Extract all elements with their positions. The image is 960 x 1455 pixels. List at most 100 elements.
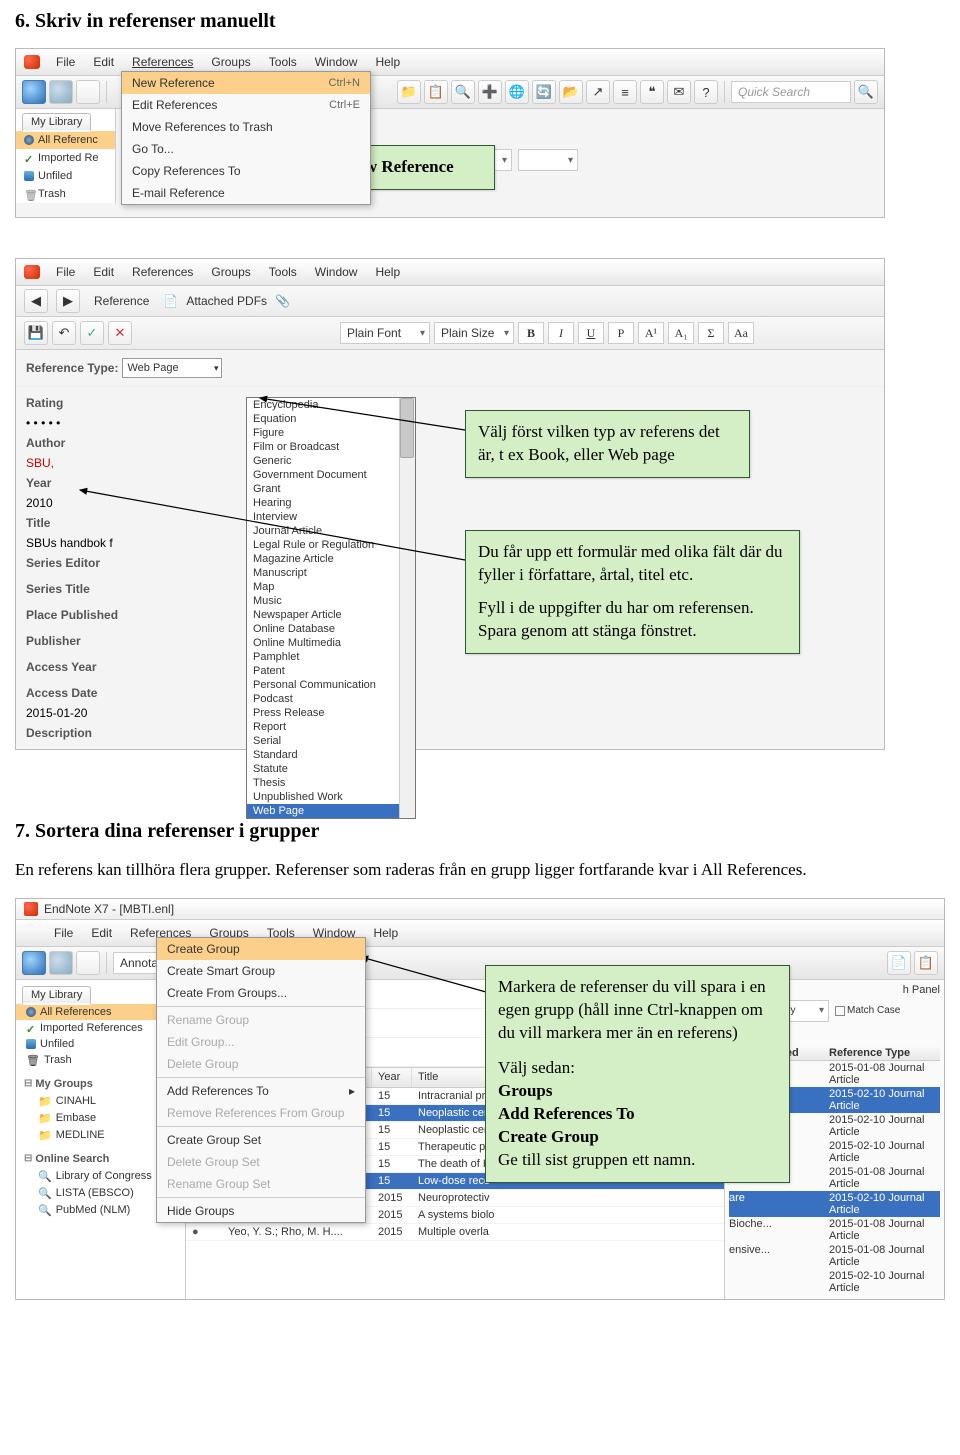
sup-button[interactable]: A¹ (638, 322, 664, 344)
type-option[interactable]: Podcast (247, 692, 415, 706)
underline-button[interactable]: U (578, 322, 604, 344)
type-option[interactable]: Statute (247, 762, 415, 776)
type-option[interactable]: Government Document (247, 468, 415, 482)
italic-button[interactable]: I (548, 322, 574, 344)
help-icon[interactable]: ? (694, 80, 718, 104)
local-icon[interactable] (76, 80, 100, 104)
tab-reference[interactable]: Reference (88, 294, 155, 308)
local-icon[interactable] (76, 951, 100, 975)
folder-icon[interactable]: 📁 (397, 80, 421, 104)
type-option[interactable]: Map (247, 580, 415, 594)
sub-button[interactable]: A₁ (668, 322, 694, 344)
type-option[interactable]: Newspaper Article (247, 608, 415, 622)
type-option[interactable]: Patent (247, 664, 415, 678)
online-icon[interactable] (49, 951, 73, 975)
tb-icon[interactable]: 📋 (914, 951, 938, 975)
export-icon[interactable]: ↗ (586, 80, 610, 104)
sidebar-tab[interactable]: My Library (22, 113, 91, 132)
menu-groups[interactable]: Groups (203, 53, 258, 71)
list-icon[interactable]: ≡ (613, 80, 637, 104)
table-row[interactable]: ●Yeo, Y. S.; Rho, M. H....2015Multiple o… (186, 1224, 724, 1241)
type-option[interactable]: Personal Communication (247, 678, 415, 692)
reftype-combo[interactable]: Web Page (122, 358, 222, 378)
menu-references[interactable]: References (124, 53, 201, 71)
menu-help[interactable]: Help (367, 263, 408, 281)
check-icon[interactable]: ✓ (80, 321, 104, 345)
clip-icon[interactable]: 📎 (275, 294, 290, 308)
size-combo[interactable]: Plain Size (434, 322, 514, 344)
type-option[interactable]: Magazine Article (247, 552, 415, 566)
reftype-dropdown-list[interactable]: EncyclopediaEquationFigureFilm or Broadc… (246, 397, 416, 819)
menu-item[interactable]: Hide Groups (157, 1200, 365, 1222)
search-icon[interactable]: 🔍 (451, 80, 475, 104)
field-value[interactable]: • • • • • (26, 413, 146, 433)
menu-references[interactable]: References (124, 263, 201, 281)
case-button[interactable]: Aa (728, 322, 754, 344)
menu-item[interactable]: Create Smart Group (157, 960, 365, 982)
type-option[interactable]: Figure (247, 426, 415, 440)
sigma-button[interactable]: Σ (698, 322, 724, 344)
type-option[interactable]: Pamphlet (247, 650, 415, 664)
tab-attached-pdfs[interactable]: Attached PDFs (186, 294, 267, 308)
menu-item[interactable]: Create Group (157, 938, 365, 960)
search-go-icon[interactable]: 🔍 (854, 80, 878, 104)
type-option[interactable]: Manuscript (247, 566, 415, 580)
cancel-icon[interactable]: ✕ (108, 321, 132, 345)
globe-icon[interactable] (22, 80, 46, 104)
sidebar-tab[interactable]: My Library (22, 986, 91, 1005)
side-trash[interactable]: 🗑Trash (16, 185, 115, 203)
menu-edit[interactable]: Edit (85, 263, 122, 281)
type-option[interactable]: Unpublished Work (247, 790, 415, 804)
menu-edit[interactable]: Edit (85, 53, 122, 71)
type-option[interactable]: Generic (247, 454, 415, 468)
mi-copy-to[interactable]: Copy References To (122, 160, 370, 182)
font-combo[interactable]: Plain Font (340, 322, 430, 344)
undo-icon[interactable]: ↶ (52, 321, 76, 345)
web-icon[interactable]: 🌐 (505, 80, 529, 104)
col-year[interactable]: Year (372, 1068, 412, 1087)
menu-file[interactable]: File (46, 924, 81, 942)
field-value[interactable]: 2010 (26, 493, 146, 513)
back-icon[interactable]: ◀ (24, 289, 48, 313)
sync-icon[interactable]: 🔄 (532, 80, 556, 104)
menu-item[interactable]: Create From Groups... (157, 982, 365, 1004)
type-option[interactable]: Film or Broadcast (247, 440, 415, 454)
scrollbar-track[interactable] (399, 398, 415, 818)
type-option[interactable]: Equation (247, 412, 415, 426)
menu-help[interactable]: Help (367, 53, 408, 71)
field-value[interactable]: SBU, (26, 453, 146, 473)
mi-new-reference[interactable]: New ReferenceCtrl+N (122, 72, 370, 94)
mi-move-trash[interactable]: Move References to Trash (122, 116, 370, 138)
mi-edit-references[interactable]: Edit ReferencesCtrl+E (122, 94, 370, 116)
type-option[interactable]: Legal Rule or Regulation (247, 538, 415, 552)
folder2-icon[interactable]: 📂 (559, 80, 583, 104)
type-option[interactable]: Journal Article (247, 524, 415, 538)
field-value[interactable]: SBUs handbok f (26, 533, 146, 553)
value-dropdown[interactable] (518, 149, 578, 171)
menu-item[interactable]: Add References To▸ (157, 1080, 365, 1102)
menu-item[interactable]: Create Group Set (157, 1129, 365, 1151)
mail-icon[interactable]: ✉ (667, 80, 691, 104)
menu-file[interactable]: File (48, 263, 83, 281)
card-icon[interactable]: 📋 (424, 80, 448, 104)
type-option[interactable]: Interview (247, 510, 415, 524)
menu-window[interactable]: Window (307, 53, 366, 71)
menu-tools[interactable]: Tools (261, 53, 305, 71)
checkbox-icon[interactable] (835, 1006, 845, 1016)
type-option[interactable]: Standard (247, 748, 415, 762)
tb-icon[interactable]: 📄 (887, 951, 911, 975)
save-icon[interactable]: 💾 (24, 321, 48, 345)
add-icon[interactable]: ➕ (478, 80, 502, 104)
type-option[interactable]: Online Database (247, 622, 415, 636)
bold-button[interactable]: B (518, 322, 544, 344)
menu-edit[interactable]: Edit (83, 924, 120, 942)
type-option[interactable]: Encyclopedia (247, 398, 415, 412)
type-option[interactable]: Report (247, 720, 415, 734)
mi-goto[interactable]: Go To... (122, 138, 370, 160)
type-option[interactable]: Web Page (247, 804, 415, 818)
type-option[interactable]: Grant (247, 482, 415, 496)
type-option[interactable]: Online Multimedia (247, 636, 415, 650)
menu-tools[interactable]: Tools (261, 263, 305, 281)
type-option[interactable]: Serial (247, 734, 415, 748)
quote-icon[interactable]: ❝ (640, 80, 664, 104)
